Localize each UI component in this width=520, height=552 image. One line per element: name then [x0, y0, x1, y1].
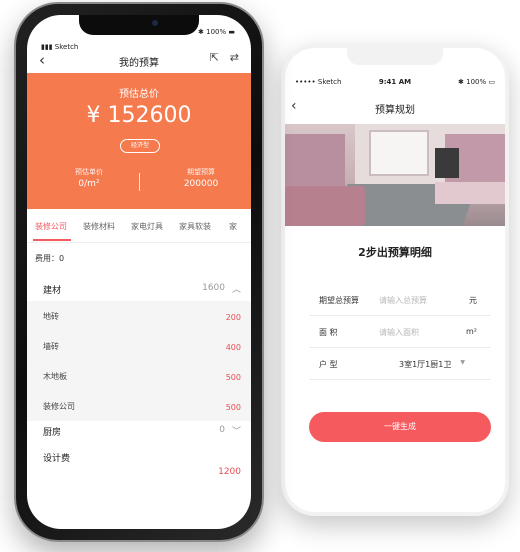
tab-furniture[interactable]: 家具软装: [179, 221, 211, 232]
layout-select[interactable]: 3室1厅1厨1卫: [399, 359, 451, 370]
area-unit: m²: [466, 327, 477, 336]
list-item[interactable]: 地砖 200: [27, 301, 251, 331]
category-kitchen[interactable]: 厨房 0 ﹀: [27, 417, 251, 443]
room-tv: [435, 148, 459, 178]
front-phone: ▮▮▮ Sketch ✱ 100% ▬ ‹ 我的预算 ⇱ ⇄ 预估总价 ¥ 15…: [14, 2, 264, 542]
carrier-label: ▮▮▮ Sketch: [41, 43, 79, 51]
unit-price-stat: 预估单价 0/m²: [39, 167, 139, 189]
active-tab-underline: [33, 239, 71, 241]
design-fee-row: 设计费 1200: [27, 447, 251, 487]
share-icon[interactable]: ⇱: [210, 51, 219, 64]
design-fee-value: 1200: [218, 467, 241, 477]
back-phone: ••••• Sketch 9:41 AM ✱ 100% ▭ ‹ 预算规划 2步出…: [281, 44, 509, 516]
design-fee-label: 设计费: [43, 454, 71, 464]
category-building-materials[interactable]: 建材 1600 ︿: [27, 275, 251, 301]
item-value: 400: [225, 343, 241, 352]
expected-budget-stat: 期望预算 200000: [151, 167, 251, 189]
estimate-caption: 预估总价: [119, 89, 159, 100]
back-phone-notch: [347, 48, 443, 65]
tier-badge[interactable]: 经济型: [120, 139, 160, 153]
layout-row[interactable]: 户 型 3室1厅1厨1卫 ▼: [309, 348, 491, 380]
fee-label: 费用：0: [35, 254, 65, 263]
item-name: 装修公司: [43, 402, 75, 411]
unit-price-label: 预估单价: [75, 168, 103, 176]
budget-label: 期望总预算: [319, 296, 359, 305]
layout-label: 户 型: [319, 360, 338, 369]
tab-decoration-company[interactable]: 装修公司: [35, 221, 67, 232]
section-title: 2步出预算明细: [358, 246, 432, 259]
nav-bar: ‹ 预算规划: [285, 96, 505, 120]
area-row: 面 积 请输入面积 m²: [309, 316, 491, 348]
area-input[interactable]: 请输入面积: [379, 327, 419, 338]
front-phone-screen: ▮▮▮ Sketch ✱ 100% ▬ ‹ 我的预算 ⇱ ⇄ 预估总价 ¥ 15…: [27, 15, 251, 529]
area-label: 面 积: [319, 328, 338, 337]
list-item[interactable]: 墙砖 400: [27, 331, 251, 361]
swap-icon[interactable]: ⇄: [230, 51, 239, 64]
item-value: 500: [225, 373, 241, 382]
room-table: [435, 182, 505, 204]
room-window: [369, 130, 429, 176]
camera-icon: [152, 20, 158, 26]
battery-label: 100%: [466, 78, 487, 86]
caret-down-icon: ▼: [460, 359, 465, 366]
front-phone-notch: [79, 15, 199, 35]
back-phone-screen: ••••• Sketch 9:41 AM ✱ 100% ▭ ‹ 预算规划 2步出…: [285, 48, 505, 512]
stat-divider: [139, 173, 140, 191]
unit-price-value: 0/m²: [78, 179, 100, 189]
estimate-amount: ¥ 152600: [86, 103, 192, 128]
tab-appliances[interactable]: 家电灯具: [131, 221, 163, 232]
list-item[interactable]: 木地板 500: [27, 361, 251, 391]
tab-more[interactable]: 家: [229, 221, 237, 232]
item-name: 墙砖: [43, 342, 59, 351]
expected-budget-value: 200000: [183, 179, 219, 189]
category-total: 0: [219, 425, 225, 435]
tab-materials[interactable]: 装修材料: [83, 221, 115, 232]
expected-budget-label: 期望预算: [187, 168, 215, 176]
budget-unit: 元: [469, 296, 477, 305]
living-room-photo: [285, 124, 505, 226]
item-value: 500: [225, 403, 241, 412]
battery-label: 100%: [206, 28, 227, 36]
item-value: 200: [225, 313, 241, 322]
item-name: 地砖: [43, 312, 59, 321]
budget-row: 期望总预算 请输入总预算 元: [309, 284, 491, 316]
chevron-down-icon: ﹀: [231, 427, 241, 437]
page-title: 预算规划: [375, 105, 415, 116]
category-name: 厨房: [43, 428, 62, 438]
category-total: 1600: [202, 283, 225, 293]
battery-indicator: ✱ 100% ▭: [458, 78, 495, 86]
estimate-panel: 预估总价 ¥ 152600 经济型 预估单价 0/m² 期望预算 200000: [27, 73, 251, 209]
battery-indicator: ✱ 100% ▬: [198, 28, 235, 36]
status-bar: ••••• Sketch 9:41 AM ✱ 100% ▭: [285, 76, 505, 90]
room-sofa: [285, 186, 365, 226]
generate-button[interactable]: 一键生成: [309, 412, 491, 442]
category-name: 建材: [43, 286, 62, 296]
nav-bar: ‹ 我的预算 ⇱ ⇄: [27, 51, 251, 75]
budget-input[interactable]: 请输入总预算: [379, 295, 427, 306]
category-tabs: 装修公司 装修材料 家电灯具 家具软装 家: [27, 209, 251, 243]
item-name: 木地板: [43, 372, 67, 381]
chevron-up-icon: ︿: [231, 285, 241, 295]
